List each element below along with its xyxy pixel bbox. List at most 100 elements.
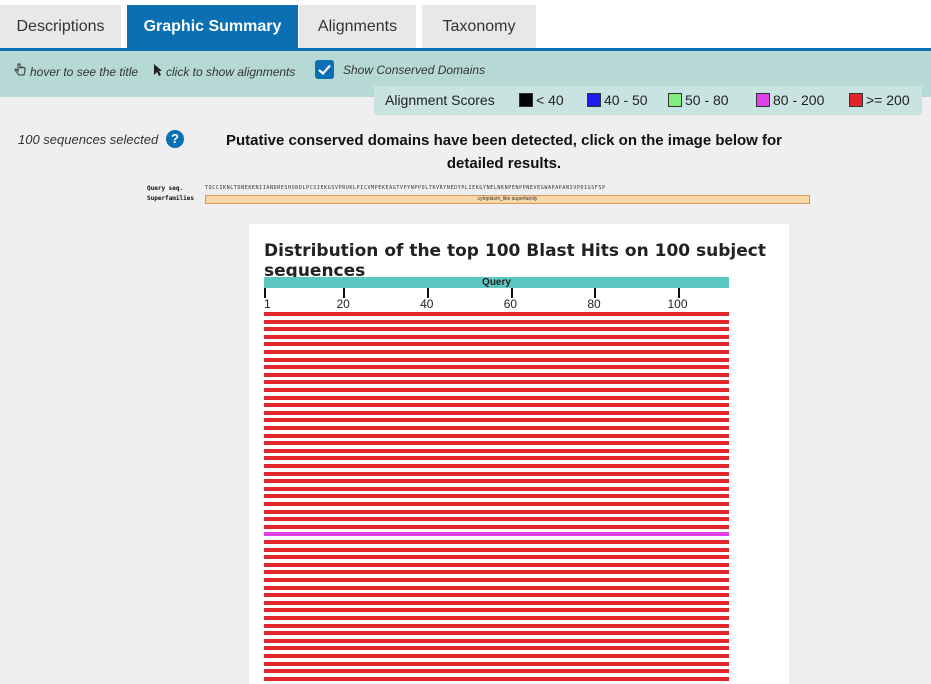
ruler-tick-label: 80 <box>587 297 601 311</box>
hit-bar[interactable] <box>264 593 729 598</box>
ruler-tick-label: 100 <box>667 297 688 311</box>
hit-bar[interactable] <box>264 669 729 674</box>
hit-bar[interactable] <box>264 334 729 339</box>
hit-bar[interactable] <box>264 502 729 506</box>
hit-bar[interactable] <box>264 608 729 613</box>
hit-bar[interactable] <box>264 403 729 408</box>
hit-bar[interactable] <box>264 661 729 666</box>
hit-bar[interactable] <box>264 631 729 636</box>
tab-alignments[interactable]: Alignments <box>299 5 416 48</box>
superfamily-name: cytoplasm_like superfamily <box>477 196 538 202</box>
result-tabs: Descriptions Graphic Summary Alignments … <box>0 0 931 51</box>
hit-bar[interactable] <box>264 623 729 628</box>
tab-graphic-summary[interactable]: Graphic Summary <box>127 5 298 48</box>
hit-bar[interactable] <box>264 365 729 370</box>
hit-bar[interactable] <box>264 570 729 575</box>
hit-bar[interactable] <box>264 532 729 537</box>
tab-taxonomy[interactable]: Taxonomy <box>422 5 536 48</box>
legend-title: Alignment Scores <box>385 92 495 108</box>
hit-bar[interactable] <box>264 350 729 354</box>
hit-bar[interactable] <box>264 380 729 385</box>
hit-bar[interactable] <box>264 555 729 560</box>
hand-pointer-icon <box>13 63 27 80</box>
hit-bar[interactable] <box>264 540 729 544</box>
legend-item-80-200: 80 - 200 <box>756 92 824 108</box>
tab-descriptions[interactable]: Descriptions <box>0 5 121 48</box>
hit-bar[interactable] <box>264 676 729 681</box>
cursor-arrow-icon <box>153 63 163 80</box>
hit-bar[interactable] <box>264 509 729 514</box>
sequences-selected-count: 100 sequences selected <box>18 132 159 147</box>
ruler-tick-label: 1 <box>264 297 271 311</box>
hit-bar[interactable] <box>264 312 729 316</box>
hit-bar[interactable] <box>264 327 729 332</box>
conserved-domains-image[interactable]: Query seq. Superfamilies TQCCIKNLTDNEKEN… <box>145 176 822 206</box>
legend-item-label: 80 - 200 <box>773 92 825 108</box>
legend-item-label: < 40 <box>536 92 564 108</box>
show-cdd-text: Show Conserved Domains <box>343 63 486 77</box>
hit-bar[interactable] <box>264 410 729 415</box>
hit-bar[interactable] <box>264 494 729 499</box>
legend-swatch <box>849 93 863 107</box>
hit-bar[interactable] <box>264 395 729 400</box>
query-sequence-text: TQCCIKNLTDNEKENIIANDRESHORDLPCSIEKGSVPRU… <box>205 185 606 191</box>
hit-bar[interactable] <box>264 471 729 476</box>
superfamily-domain-bar[interactable]: cytoplasm_like superfamily <box>205 195 810 204</box>
legend-item-40-50: 40 - 50 <box>587 92 648 108</box>
hit-bar[interactable] <box>264 638 729 643</box>
legend-item-gte200: >= 200 <box>849 92 910 108</box>
hit-bar[interactable] <box>264 464 729 468</box>
hover-hint: hover to see the title <box>13 63 138 80</box>
hit-bar[interactable] <box>264 616 729 620</box>
ruler-tick-label: 20 <box>336 297 350 311</box>
legend-swatch <box>756 93 770 107</box>
legend-swatch <box>668 93 682 107</box>
hit-bar[interactable] <box>264 319 729 324</box>
legend-item-label: 50 - 80 <box>685 92 729 108</box>
hit-bar[interactable] <box>264 517 729 522</box>
hit-bar[interactable] <box>264 418 729 423</box>
hit-bar[interactable] <box>264 388 729 392</box>
hit-bar[interactable] <box>264 578 729 582</box>
query-bar: Query <box>264 277 729 288</box>
hit-bar[interactable] <box>264 646 729 651</box>
blast-hits-graphic: Distribution of the top 100 Blast Hits o… <box>249 224 789 684</box>
alignment-score-legend: Alignment Scores < 40 40 - 50 50 - 80 80… <box>374 86 922 115</box>
legend-item-lt40: < 40 <box>519 92 564 108</box>
legend-item-label: 40 - 50 <box>604 92 648 108</box>
hit-bar[interactable] <box>264 486 729 491</box>
ruler-tick-label: 60 <box>503 297 518 311</box>
ruler-tick-label: 40 <box>420 297 434 311</box>
hit-bar[interactable] <box>264 562 729 567</box>
hit-bar[interactable] <box>264 342 729 347</box>
query-seq-label: Query seq. <box>147 185 184 192</box>
legend-item-50-80: 50 - 80 <box>668 92 729 108</box>
cdd-detected-message: Putative conserved domains have been det… <box>226 132 782 172</box>
show-cdd-label[interactable]: Show Conserved Domains <box>343 63 485 77</box>
distribution-title: Distribution of the top 100 Blast Hits o… <box>264 241 766 281</box>
hover-hint-text: hover to see the title <box>30 64 139 79</box>
hit-bar[interactable] <box>264 524 729 529</box>
hit-bar[interactable] <box>264 357 729 362</box>
hit-bar[interactable] <box>264 585 729 590</box>
hit-bar[interactable] <box>264 547 729 552</box>
help-icon[interactable]: ? <box>166 130 184 148</box>
click-hint: click to show alignments <box>153 63 295 80</box>
hit-bar[interactable] <box>264 441 729 446</box>
show-conserved-domains-checkbox[interactable] <box>315 60 334 79</box>
click-hint-text: click to show alignments <box>166 64 296 79</box>
hit-bar[interactable] <box>264 433 729 438</box>
legend-item-label: >= 200 <box>866 92 910 108</box>
checkmark-icon <box>318 64 331 75</box>
hit-bar[interactable] <box>264 600 729 605</box>
hit-bar[interactable] <box>264 654 729 658</box>
hit-bar[interactable] <box>264 426 729 430</box>
superfamilies-label: Superfamilies <box>147 195 194 202</box>
hit-bar[interactable] <box>264 479 729 484</box>
hit-bar[interactable] <box>264 448 729 453</box>
hit-bar[interactable] <box>264 372 729 377</box>
legend-swatch <box>587 93 601 107</box>
legend-swatch <box>519 93 533 107</box>
hit-bar[interactable] <box>264 456 729 461</box>
query-ruler: 1 20 40 60 80 100 <box>249 288 789 314</box>
